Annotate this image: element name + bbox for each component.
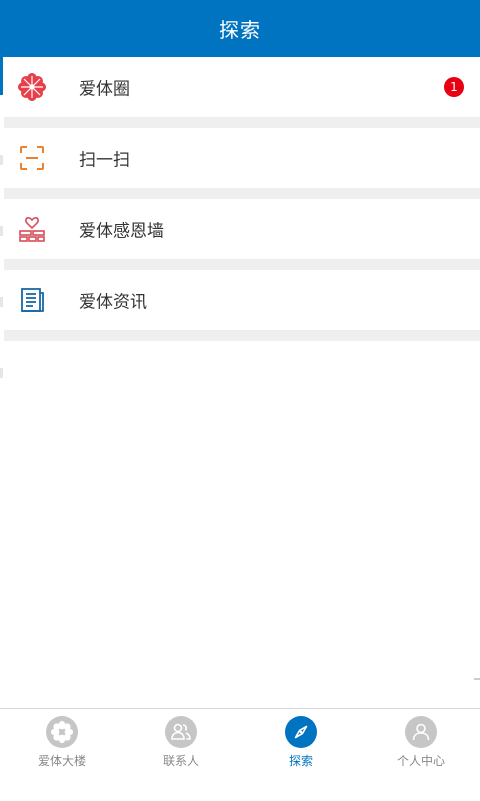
menu-item-scan[interactable]: 扫一扫 [4,128,480,189]
menu-divider [4,118,480,128]
tab-label: 个人中心 [396,754,445,768]
menu-item-gratitude-wall[interactable]: 爱体感恩墙 [4,199,480,260]
menu-divider [4,260,480,270]
menu-divider [4,331,480,341]
user-icon [405,716,437,748]
flower-icon [16,71,48,103]
header-bar: 探索 [0,0,480,57]
compass-icon [285,716,317,748]
tab-label: 探索 [288,754,313,768]
edge-mark [0,155,3,165]
scroll-edge-mark [474,678,480,680]
page-title: 探索 [219,18,261,42]
tab-aiti-building[interactable]: 爱体大楼 [2,716,122,776]
scan-icon [16,142,48,174]
menu-item-label: 爱体资讯 [79,292,147,313]
flower-icon [46,716,78,748]
menu-divider [4,189,480,199]
edge-mark [0,368,3,378]
notification-badge: 1 [444,77,464,97]
heart-wall-icon [16,213,48,245]
menu-item-label: 扫一扫 [79,150,130,171]
menu-item-aiti-circle[interactable]: 爱体圈 1 [4,57,480,118]
menu-item-news[interactable]: 爱体资讯 [4,270,480,331]
tab-label: 爱体大楼 [37,754,86,768]
edge-mark [0,297,3,307]
menu-item-label: 爱体感恩墙 [79,221,164,242]
edge-mark [0,226,3,236]
explore-menu: 爱体圈 1 扫一扫 爱体感恩墙 爱体资讯 [4,57,480,341]
news-icon [16,284,48,316]
side-edge-marks [0,0,3,800]
tab-explore[interactable]: 探索 [241,716,361,776]
tab-profile[interactable]: 个人中心 [361,716,480,776]
tab-contacts[interactable]: 联系人 [121,716,241,776]
menu-item-label: 爱体圈 [79,79,130,100]
bottom-tab-bar: 爱体大楼 联系人 探索 个人中心 [0,708,480,801]
tab-label: 联系人 [162,754,199,768]
contacts-icon [165,716,197,748]
